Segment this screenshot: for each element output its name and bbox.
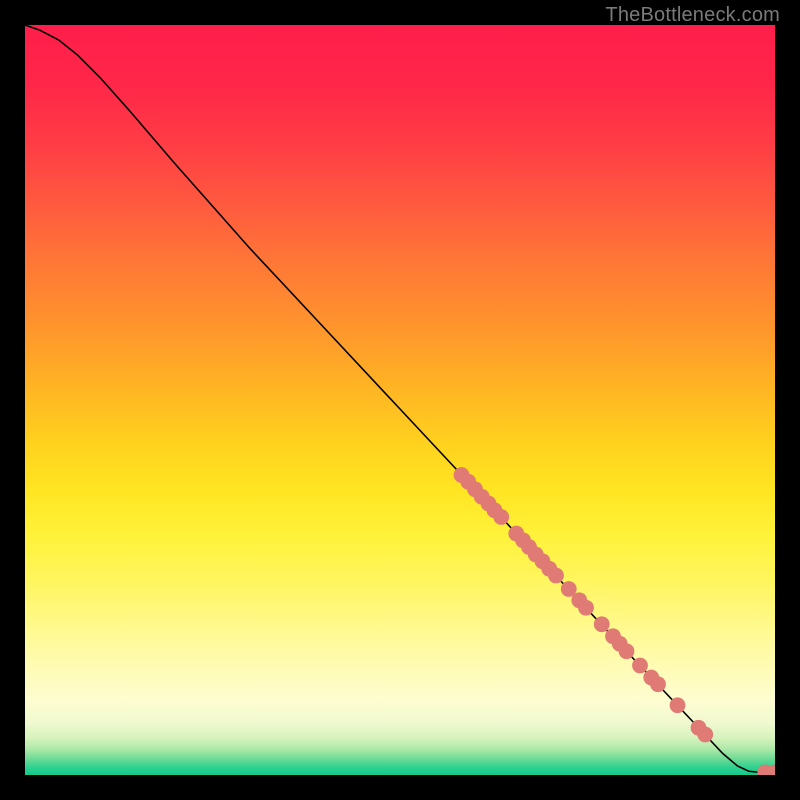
data-dot [619, 643, 635, 659]
gradient-background [25, 25, 775, 775]
data-dot [670, 697, 686, 713]
chart-svg [25, 25, 775, 775]
data-dot [493, 509, 509, 525]
data-dot [650, 676, 666, 692]
data-dot [632, 658, 648, 674]
data-dot [578, 600, 594, 616]
data-dot [594, 616, 610, 632]
data-dot [548, 568, 564, 584]
watermark-text: TheBottleneck.com [605, 4, 780, 27]
chart-frame: TheBottleneck.com [0, 0, 800, 800]
data-dot [697, 727, 713, 743]
chart-plot-area [25, 25, 775, 775]
